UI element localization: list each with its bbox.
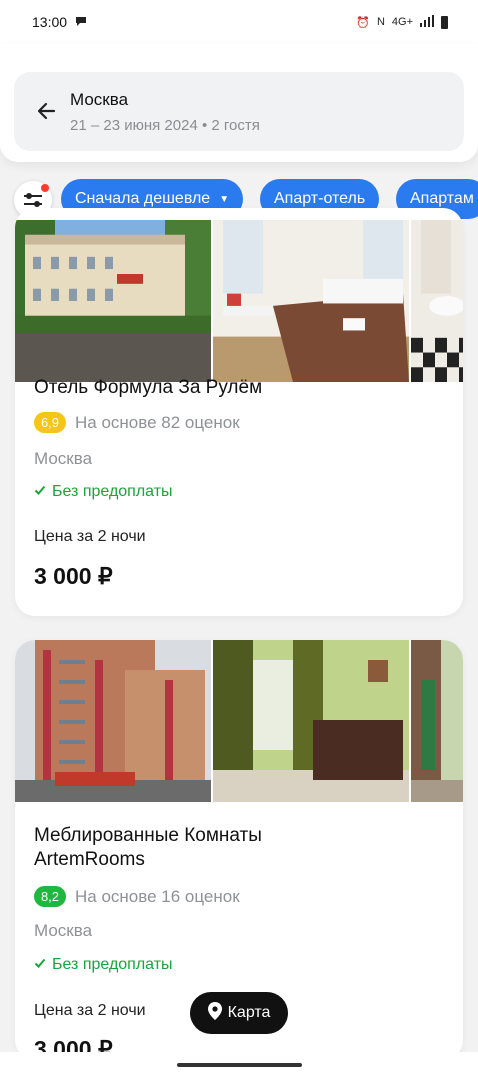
message-icon [75, 14, 87, 30]
price-label: Цена за 2 ночи [34, 1002, 146, 1019]
reviews-count: На основе 16 оценок [75, 886, 240, 906]
hotel-city: Москва [34, 921, 93, 940]
location-pin-icon [207, 1001, 222, 1025]
search-city: Москва [70, 90, 129, 109]
map-button-label: Карта [227, 1004, 271, 1021]
hotel-name-line1: Меблированные Комнаты [34, 825, 262, 846]
search-header: Москва 21 – 23 июня 2024 • 2 гостя [0, 44, 478, 162]
battery-icon [441, 15, 448, 29]
chip-label: Апарт-отель [274, 190, 366, 207]
no-prepayment-tag: Без предоплаты [34, 483, 173, 501]
hotel-photo-bathroom [411, 220, 463, 382]
no-prepayment-tag: Без предоплаты [34, 956, 173, 974]
reviews-count: На основе 82 оценок [75, 412, 240, 432]
check-icon [34, 956, 46, 974]
hotel-city: Москва [34, 449, 93, 468]
sort-chip-label: Сначала дешевле [75, 190, 211, 207]
signal-icon [420, 14, 434, 30]
system-nav-bar [0, 1052, 478, 1077]
home-gesture-handle[interactable] [177, 1063, 302, 1067]
filter-active-dot [41, 184, 49, 192]
hotel-card[interactable]: Отель Формула За Рулём 6,9 На основе 82 … [15, 208, 463, 616]
hotel-name[interactable]: Меблированные Комнаты ArtemRooms [34, 824, 262, 872]
rating-badge: 6,9 [34, 412, 66, 433]
photo-carousel[interactable] [15, 640, 463, 802]
map-button[interactable]: Карта [190, 992, 288, 1034]
rating-row: 8,2 На основе 16 оценок [34, 886, 240, 907]
hotel-photo-room [213, 220, 409, 382]
search-dates-guests: 21 – 23 июня 2024 • 2 гостя [70, 117, 260, 134]
price-label: Цена за 2 ночи [34, 528, 146, 545]
hotel-name-line2: ArtemRooms [34, 849, 145, 870]
nfc-icon: N [376, 16, 385, 28]
alarm-icon: ⏰ [356, 16, 370, 29]
rating-badge: 8,2 [34, 886, 66, 907]
chip-label: Апартам [410, 190, 474, 207]
hotel-photo-exterior [15, 220, 211, 382]
hotel-photo-hall [411, 640, 463, 802]
no-prepayment-label: Без предоплаты [52, 956, 173, 973]
photo-carousel[interactable] [15, 220, 463, 382]
search-summary[interactable]: Москва 21 – 23 июня 2024 • 2 гостя [14, 72, 464, 151]
status-bar: 13:00 ⏰ N 4G+ [0, 0, 478, 44]
rating-row: 6,9 На основе 82 оценок [34, 412, 240, 433]
back-arrow-icon[interactable] [34, 98, 60, 124]
no-prepayment-label: Без предоплаты [52, 483, 173, 500]
check-icon [34, 483, 46, 501]
price-value: 3 000 ₽ [34, 563, 113, 589]
clock: 13:00 [32, 14, 68, 30]
hotel-photo-room [213, 640, 409, 802]
network-label: 4G+ [391, 16, 413, 28]
caret-down-icon: ▼ [219, 193, 230, 205]
hotel-name[interactable]: Отель Формула За Рулём [34, 376, 262, 400]
hotel-photo-exterior [15, 640, 211, 802]
